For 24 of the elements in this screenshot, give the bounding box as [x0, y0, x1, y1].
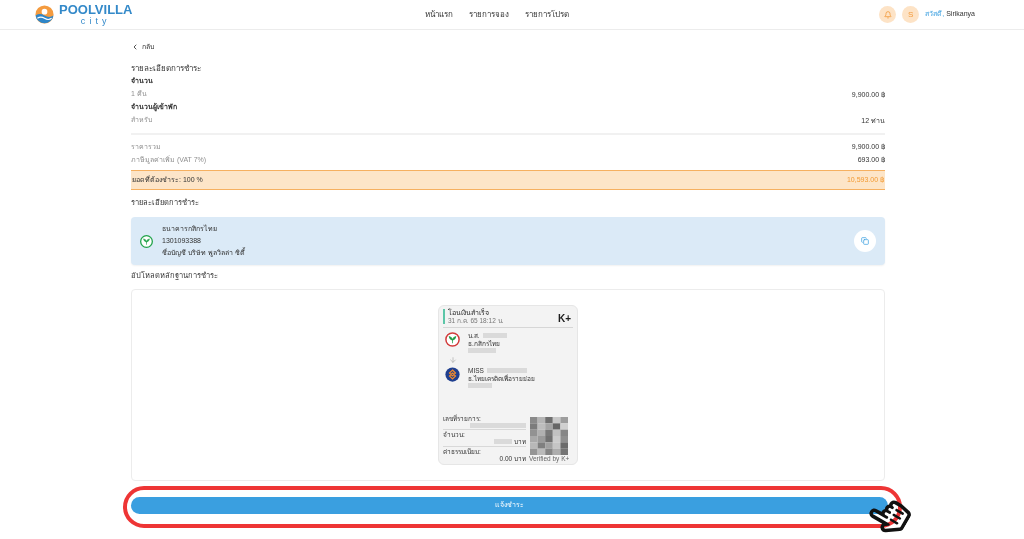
copy-icon [861, 237, 869, 245]
redacted-block [494, 439, 512, 444]
logo-icon [35, 5, 54, 24]
logo-text: POOLVILLA [59, 3, 133, 16]
section-title: รายละเอียดการชำระ [131, 64, 201, 73]
nav-link[interactable]: หน้าแรก [425, 8, 453, 21]
arrow-down-icon [449, 356, 457, 364]
bank-logo-icon [140, 234, 153, 248]
redacted-block [468, 383, 492, 388]
brand-logo-text: K+ [557, 313, 571, 324]
nav-link[interactable]: รายการจอง [469, 8, 509, 21]
copy-button[interactable] [854, 230, 876, 252]
nav-link[interactable]: รายการโปรด [525, 8, 569, 21]
accent-bar [443, 309, 445, 324]
pixelated-image [530, 417, 569, 455]
bank-logo-icon [445, 367, 460, 382]
logo-subtext: city [80, 16, 111, 26]
redacted-block [468, 348, 496, 353]
bank-logo-icon [445, 332, 460, 347]
redacted-block [482, 333, 507, 338]
bell-icon [883, 10, 892, 19]
redacted-block [486, 368, 527, 373]
notification-button[interactable] [879, 6, 897, 23]
chevron-left-icon [131, 43, 139, 51]
